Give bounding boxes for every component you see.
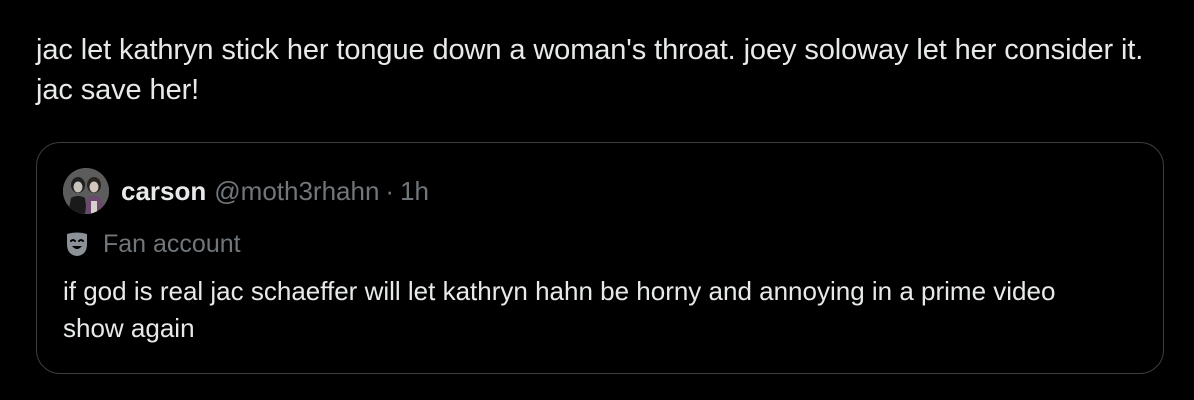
quoted-tweet-text: if god is real jac schaeffer will let ka… — [63, 276, 1056, 343]
avatar-image — [63, 168, 109, 214]
display-name[interactable]: carson — [121, 176, 206, 207]
theater-mask-icon — [63, 230, 91, 258]
account-label: Fan account — [63, 227, 241, 261]
avatar[interactable] — [63, 168, 109, 214]
user-handle[interactable]: @moth3rhahn — [214, 176, 379, 207]
account-label-text: Fan account — [103, 229, 241, 258]
tweet-text: jac let kathryn stick her tongue down a … — [36, 34, 1144, 106]
separator-dot: · — [385, 175, 395, 206]
quoted-tweet-card[interactable]: carson @moth3rhahn · 1h Fan account if g… — [36, 142, 1164, 374]
quoted-tweet-header: carson @moth3rhahn · 1h — [63, 167, 429, 215]
timestamp[interactable]: 1h — [400, 176, 429, 207]
